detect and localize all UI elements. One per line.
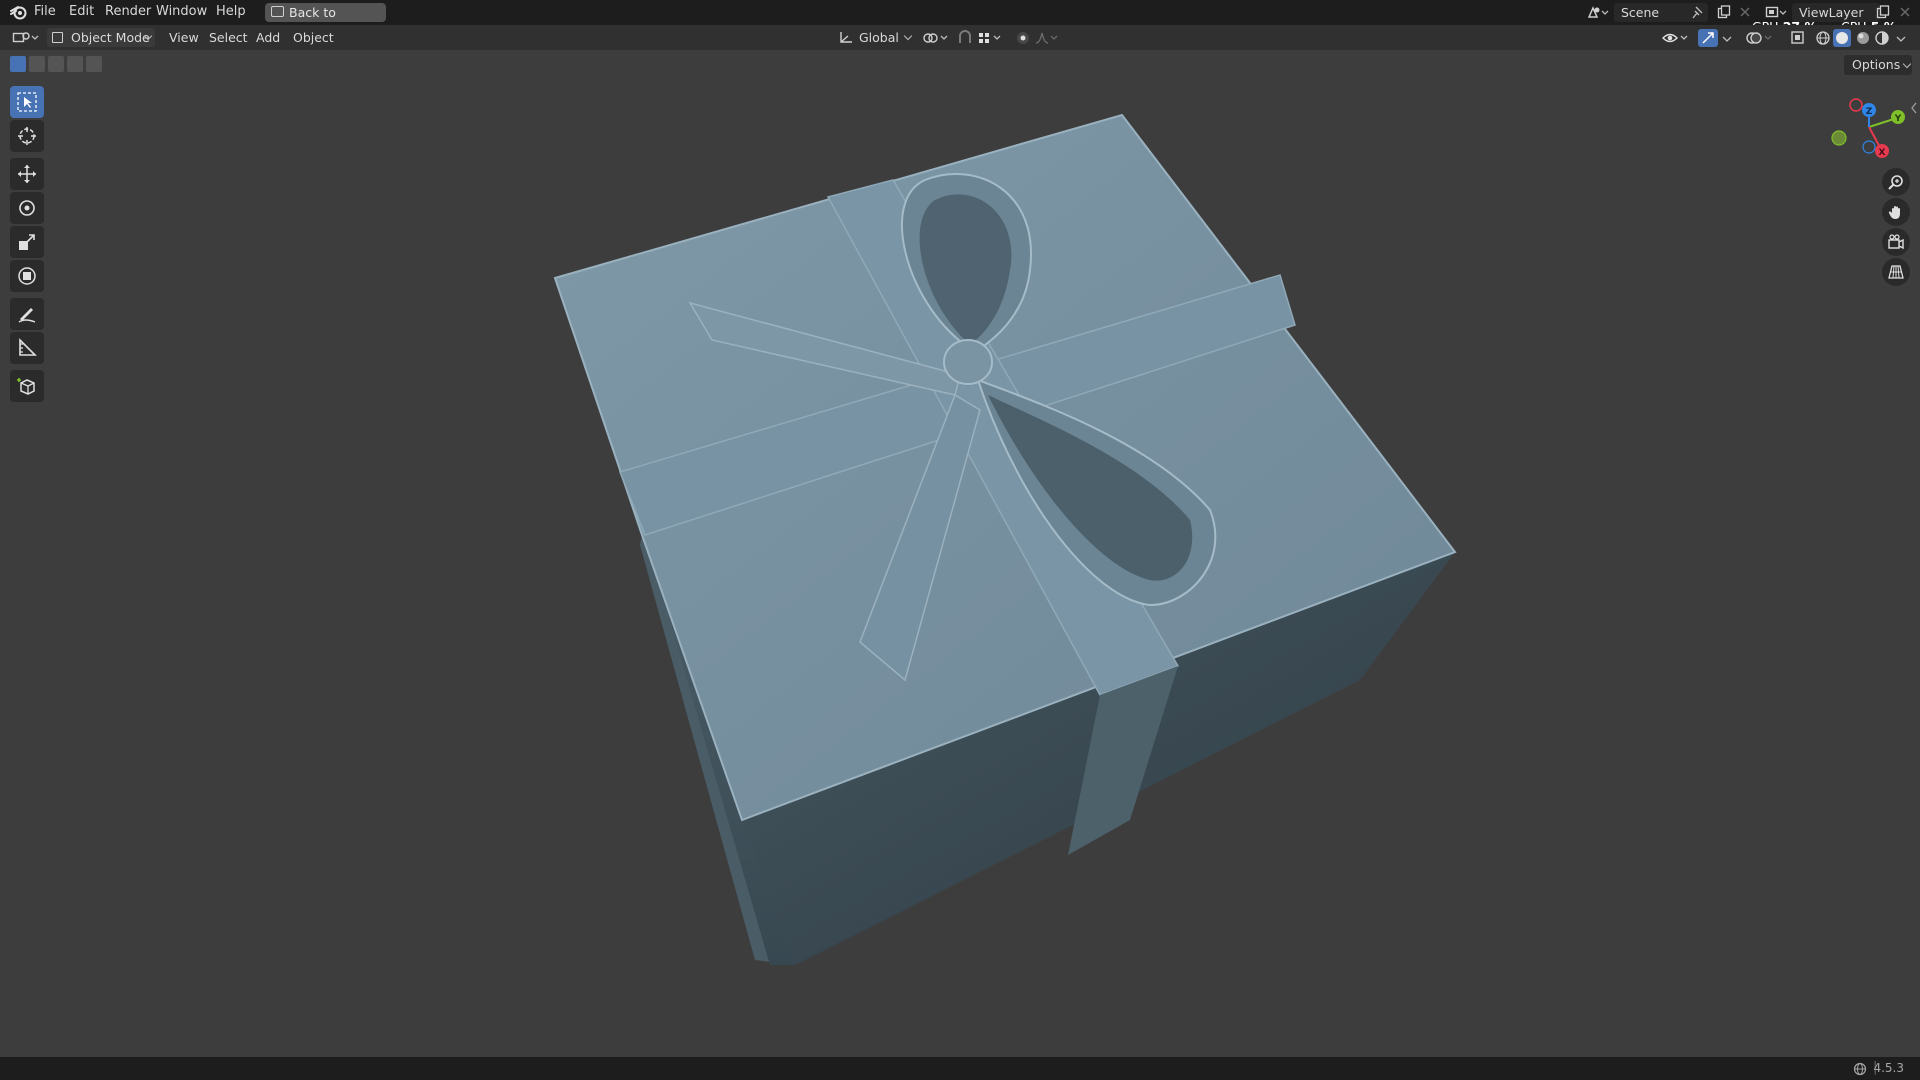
viewport-header: Object Mode View Select Add Object Globa… [0,25,1920,50]
menu-add[interactable]: Add [256,30,280,45]
rendered-shading-icon[interactable] [1874,30,1890,45]
perspective-toggle-button[interactable] [1882,258,1910,286]
chevron-down-icon [1898,56,1912,76]
tool-measure[interactable] [10,332,44,364]
menu-file[interactable]: File [34,4,56,19]
zoom-view-button[interactable] [1882,168,1910,196]
chevron-down-icon [899,28,913,47]
camera-icon [1888,234,1904,250]
menu-window[interactable]: Window [156,4,207,19]
tool-add-cube[interactable] [10,370,44,402]
camera-view-button[interactable] [1882,228,1910,256]
render-layers-icon[interactable] [1765,5,1787,20]
zoom-icon [1888,175,1903,190]
orientation-label: Global [859,30,899,45]
tool-transform[interactable] [10,260,44,292]
snap-toggle-icon[interactable] [957,30,973,45]
pin-icon[interactable] [1692,6,1704,19]
solid-shading-button[interactable] [1833,29,1851,47]
pivot-point-icon[interactable] [922,30,950,45]
mode-dropdown[interactable]: Object Mode [47,28,155,47]
transform-orientation-dropdown[interactable]: Global [837,28,915,47]
viewport-canvas[interactable] [0,50,1920,1057]
hand-icon [1888,206,1900,219]
solid-shading-icon [1836,32,1848,44]
menu-edit[interactable]: Edit [69,4,94,19]
grid-perspective-icon [1888,265,1904,279]
gizmo-x-label: X [1879,148,1886,158]
mode-label: Object Mode [71,30,150,45]
status-bar: | 4.5.3 [0,1057,1920,1080]
menu-help[interactable]: Help [216,4,246,19]
scene-field[interactable]: Scene [1614,3,1708,22]
overlays-icon[interactable] [1746,30,1774,45]
new-scene-icon[interactable] [1717,5,1731,19]
material-shading-icon[interactable] [1855,30,1871,45]
close-viewlayer-icon[interactable] [1900,7,1910,17]
options-label: Options [1852,57,1901,72]
gizmo-z-label: Z [1866,107,1873,117]
orientation-axis-icon [840,32,852,43]
ribbon-knot [943,339,993,385]
xray-icon[interactable] [1790,30,1806,45]
scale-icon [19,234,35,250]
chevron-down-icon [139,28,153,47]
wireframe-shading-icon[interactable] [1815,30,1831,45]
visibility-icon[interactable] [1662,30,1690,45]
tool-cursor[interactable] [10,120,44,152]
tool-shelf [8,86,46,416]
top-menu-bar: File Edit Render Window Help Back to Pre… [0,0,1920,39]
gizmo-toggle[interactable] [1698,29,1718,47]
pan-view-button[interactable] [1882,198,1910,226]
editor-type-icon[interactable] [12,30,40,45]
tool-select-box[interactable] [10,86,44,118]
network-globe-icon [1853,1062,1867,1076]
annotate-icon [18,308,36,323]
options-dropdown[interactable]: Options [1844,55,1912,75]
scene-name: Scene [1621,5,1660,20]
back-to-previous-button[interactable]: Back to Previous [265,3,386,39]
add-cube-icon [17,378,35,395]
tool-annotate[interactable] [10,298,44,330]
cursor-icon [18,127,36,145]
measure-icon [19,338,37,356]
transform-icon [18,267,36,285]
version-label: 4.5.3 [1873,1061,1904,1075]
shading-options-icon[interactable] [1896,35,1906,43]
tool-scale[interactable] [10,226,44,258]
rotate-icon [19,200,35,216]
screen-icon [271,6,284,17]
menu-select[interactable]: Select [209,30,248,45]
move-icon [18,165,36,183]
scene-icon[interactable] [1587,5,1609,20]
falloff-icon[interactable] [1034,30,1060,45]
gift-box[interactable] [553,113,1457,965]
tool-rotate[interactable] [10,192,44,224]
menu-view[interactable]: View [169,30,199,45]
object-mode-icon [52,32,63,43]
select-box-icon [17,92,37,112]
gizmo-y-label: Y [1894,114,1902,124]
menu-object[interactable]: Object [293,30,334,45]
close-scene-icon[interactable] [1740,7,1750,17]
navigation-gizmo[interactable]: Z Y X [1822,92,1912,164]
menu-render[interactable]: Render [105,4,151,19]
proportional-editing-icon[interactable] [1015,30,1031,45]
tool-move[interactable] [10,158,44,190]
new-viewlayer-icon[interactable] [1876,5,1890,19]
blender-logo-icon[interactable] [10,5,28,20]
gizmo-icon [1702,32,1714,44]
gizmo-options-icon[interactable] [1722,35,1732,43]
snap-target-icon[interactable] [977,30,1003,45]
